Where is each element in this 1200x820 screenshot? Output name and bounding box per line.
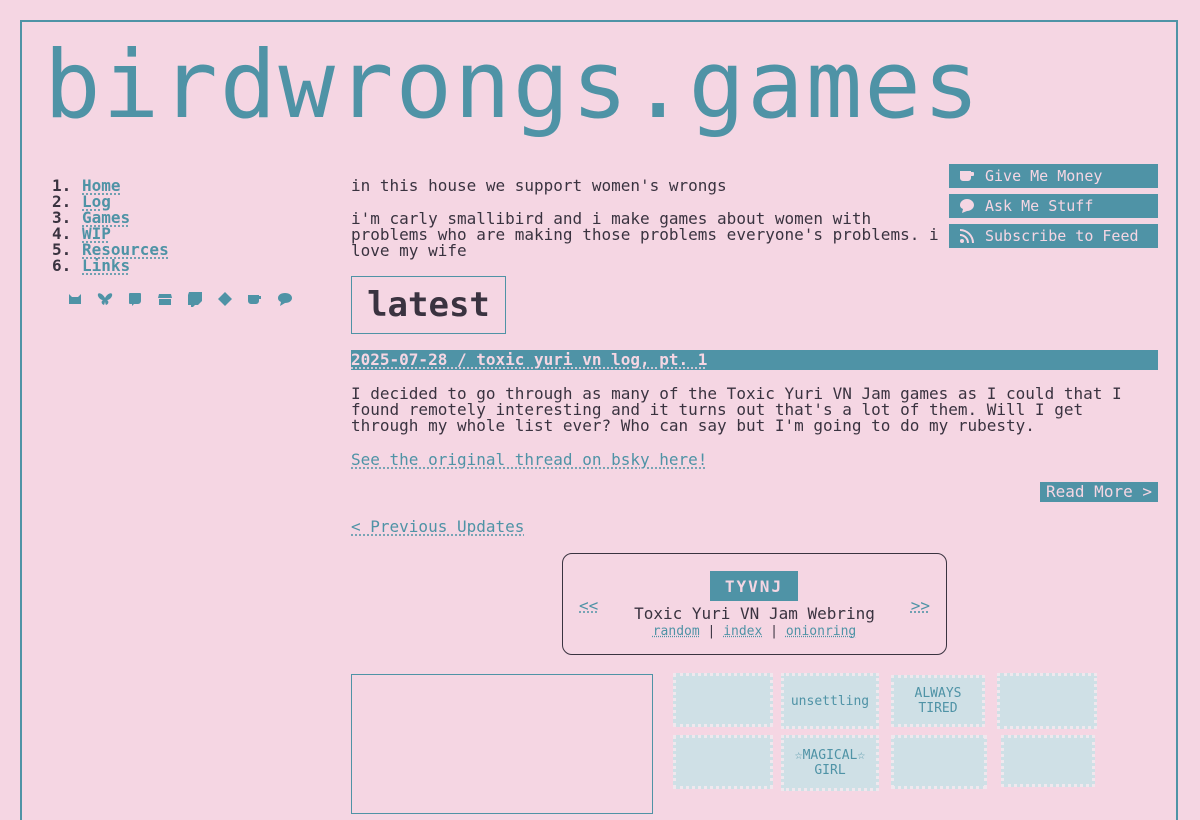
bluesky-icon[interactable]: [96, 290, 114, 308]
webring-separator: |: [770, 624, 778, 639]
original-thread-link[interactable]: See the original thread on bsky here!: [351, 450, 707, 469]
stamp-collection: unsettling ALWAYS TIRED ☆MAGICAL☆ GIRL: [673, 673, 1103, 803]
stamp-anime-girls: [997, 673, 1097, 729]
subscribe-feed-label: Subscribe to Feed: [985, 227, 1139, 245]
stamp-unsettling: unsettling: [781, 673, 879, 729]
main-nav: 1. Home 2. Log 3. Games 4. WIP 5. Resources 6…: [52, 178, 169, 274]
webring-onionring-link[interactable]: onionring: [786, 624, 856, 639]
post-title-link[interactable]: 2025-07-28 / toxic yuri vn log, pt. 1: [351, 350, 707, 369]
give-money-label: Give Me Money: [985, 167, 1103, 185]
webring-title: Toxic Yuri VN Jam Webring: [634, 604, 875, 623]
ask-stuff-button[interactable]: Ask Me Stuff: [949, 194, 1158, 218]
webring-random-link[interactable]: random: [653, 624, 700, 639]
stamp-books: [1001, 735, 1095, 787]
nav-item-links: 6. Links: [52, 258, 169, 274]
stamp-smiley: [673, 735, 773, 789]
stamp-computer-heart: [673, 673, 773, 727]
kofi-icon[interactable]: [246, 290, 264, 308]
stamp-faded: [891, 735, 987, 789]
post-body: I decided to go through as many of the T…: [351, 384, 1122, 435]
latest-heading: latest: [351, 276, 506, 334]
coffee-cup-icon: [949, 168, 985, 184]
nav-link-links[interactable]: Links: [82, 258, 130, 274]
read-more-button[interactable]: Read More >: [1040, 482, 1158, 502]
site-title[interactable]: birdwrongs.games: [44, 30, 981, 143]
stamp-always-tired: ALWAYS TIRED: [891, 675, 985, 727]
ask-stuff-label: Ask Me Stuff: [985, 197, 1094, 215]
webring-widget: << TYVNJ >> Toxic Yuri VN Jam Webring ra…: [562, 553, 947, 655]
embed-box: [351, 674, 653, 814]
neocities-icon[interactable]: [66, 290, 84, 308]
social-links: [66, 290, 294, 308]
mastodon-icon[interactable]: [126, 290, 144, 308]
itch-icon[interactable]: [156, 290, 174, 308]
subscribe-feed-button[interactable]: Subscribe to Feed: [949, 224, 1158, 248]
give-money-button[interactable]: Give Me Money: [949, 164, 1158, 188]
webring-links: random | index | onionring: [563, 624, 946, 639]
webring-index-link[interactable]: index: [723, 624, 762, 639]
twitch-icon[interactable]: [186, 290, 204, 308]
bio: i'm carly smallibird and i make games ab…: [351, 209, 939, 260]
post-header: 2025-07-28 / toxic yuri vn log, pt. 1: [351, 350, 1158, 370]
webring-logo[interactable]: TYVNJ: [710, 571, 798, 601]
rss-icon: [949, 228, 985, 244]
speech-bubble-icon: [949, 198, 985, 214]
chat-icon[interactable]: [276, 290, 294, 308]
side-buttons: Give Me Money Ask Me Stuff Subscribe to …: [949, 164, 1158, 254]
nav-number: 6.: [52, 256, 72, 275]
stamp-magical-girl: ☆MAGICAL☆ GIRL: [781, 735, 879, 791]
tagline: in this house we support women's wrongs: [351, 176, 727, 195]
webring-separator: |: [707, 624, 716, 639]
previous-updates-link[interactable]: < Previous Updates: [351, 517, 524, 536]
git-icon[interactable]: [216, 290, 234, 308]
